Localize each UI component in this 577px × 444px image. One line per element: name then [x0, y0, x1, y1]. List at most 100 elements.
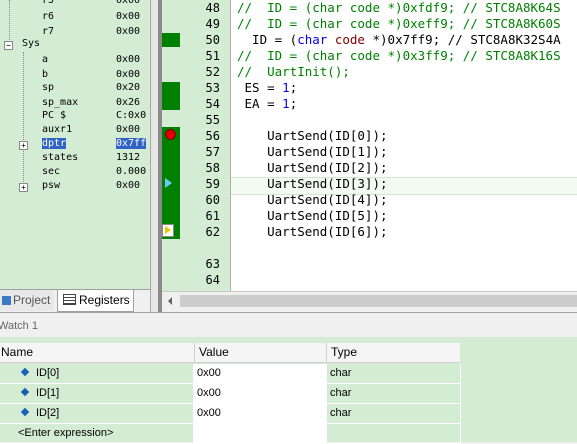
horizontal-scrollbar[interactable]	[162, 291, 577, 311]
watch-row[interactable]: ID[0] 0x00 char	[0, 364, 461, 384]
collapse-icon[interactable]: −	[4, 41, 13, 50]
variable-icon	[20, 407, 30, 417]
watch-value: 0x00	[197, 367, 221, 379]
code-line-50: ID = (char code *)0x7ff9; // STC8A8K32S4…	[237, 32, 561, 47]
watch-title: Watch 1	[0, 320, 38, 332]
watch-row[interactable]: ID[2] 0x00 char	[0, 404, 461, 424]
register-group-sys[interactable]: − Sys	[0, 37, 150, 53]
expand-icon[interactable]: +	[19, 183, 28, 192]
register-value: 0x00	[116, 54, 141, 65]
column-header-type[interactable]: Type	[327, 343, 460, 362]
tab-registers[interactable]: Registers	[57, 290, 134, 312]
code-editor[interactable]: // ID = (char code *)0xfdf9; // STC8A8K6…	[231, 0, 577, 291]
current-line-arrow-icon	[165, 178, 172, 188]
watch-enter-row[interactable]: <Enter expression>	[0, 424, 461, 444]
register-name: dptr	[42, 138, 67, 149]
register-name: sp	[42, 82, 55, 93]
watch-row[interactable]: ID[1] 0x00 char	[0, 384, 461, 404]
editor-gutter[interactable]	[162, 0, 180, 291]
line-number: 50	[205, 33, 220, 47]
coverage-mark	[162, 33, 180, 47]
register-value: 0x26	[116, 97, 141, 108]
watch-window: Watch 1 Name Value Type ID[0] 0x00 char …	[0, 312, 577, 444]
line-number: 63	[205, 257, 220, 271]
register-row-a[interactable]: a 0x00	[0, 53, 150, 69]
register-value: 0x00	[116, 124, 141, 135]
watch-type: char	[330, 387, 352, 399]
tab-label: Registers	[79, 293, 130, 307]
variable-icon	[20, 387, 30, 397]
register-value: 0.000	[116, 166, 147, 177]
code-line-51: // ID = (char code *)0x3ff9; // STC8A8K1…	[237, 48, 561, 63]
line-number: 52	[205, 65, 220, 79]
code-line-62: UartSend(ID[6]);	[237, 224, 388, 239]
line-number: 51	[205, 49, 220, 63]
column-header-value[interactable]: Value	[195, 343, 327, 362]
watch-type: char	[330, 367, 352, 379]
register-row-sp[interactable]: sp 0x20	[0, 81, 150, 97]
tab-project[interactable]: Project	[0, 290, 54, 311]
code-line-61: UartSend(ID[5]);	[237, 208, 388, 223]
register-row-r5[interactable]: r5 0x00	[0, 0, 150, 10]
register-name: psw	[42, 180, 61, 191]
column-header-name[interactable]: Name	[0, 343, 195, 362]
expand-icon[interactable]: +	[19, 141, 28, 150]
coverage-mark	[162, 82, 180, 110]
line-number: 57	[205, 145, 220, 159]
register-name: auxr1	[42, 124, 73, 135]
line-number: 55	[205, 113, 220, 127]
cursor-arrow-icon	[165, 226, 171, 234]
register-value: 0x20	[116, 82, 141, 93]
register-value: 0x7ff	[116, 138, 147, 149]
code-line-53: ES = 1;	[237, 80, 298, 95]
watch-name: ID[2]	[36, 407, 60, 419]
line-number: 64	[205, 273, 220, 287]
register-name: b	[42, 69, 49, 80]
registers-icon	[63, 294, 76, 305]
register-name: sp_max	[42, 97, 79, 108]
register-value: 0x00	[116, 0, 141, 6]
project-icon	[2, 296, 11, 305]
code-line-54: EA = 1;	[237, 96, 298, 111]
register-row-psw[interactable]: + psw 0x00	[0, 179, 150, 195]
scroll-thumb[interactable]	[180, 295, 577, 307]
watch-name: ID[1]	[36, 387, 60, 399]
line-number: 48	[205, 1, 220, 15]
line-number: 53	[205, 81, 220, 95]
code-line-48: // ID = (char code *)0xfdf9; // STC8A8K6…	[237, 0, 561, 15]
line-number: 54	[205, 97, 220, 111]
watch-value: 0x00	[197, 407, 221, 419]
code-line-56: UartSend(ID[0]);	[237, 128, 388, 143]
register-value: 0x00	[116, 11, 141, 22]
scroll-left-icon[interactable]	[168, 297, 172, 305]
register-name: PC $	[42, 110, 67, 121]
register-name: a	[42, 54, 49, 65]
register-name: sec	[42, 166, 61, 177]
line-number: 56	[205, 129, 220, 143]
code-line-58: UartSend(ID[2]);	[237, 160, 388, 175]
breakpoint-icon[interactable]	[165, 129, 176, 140]
watch-type: char	[330, 407, 352, 419]
register-name: r5	[42, 0, 55, 6]
line-number: 60	[205, 193, 220, 207]
watch-name: ID[0]	[36, 367, 60, 379]
line-number: 61	[205, 209, 220, 223]
register-row-r6[interactable]: r6 0x00	[0, 10, 150, 26]
line-numbers: 48 49 50 51 52 53 54 55 56 57 58 59 60 6…	[180, 0, 231, 303]
register-value: 0x00	[116, 26, 141, 37]
register-name: r7	[42, 26, 55, 37]
register-value: 0x00	[116, 69, 141, 80]
register-value: 1312	[116, 152, 141, 163]
variable-icon	[20, 367, 30, 377]
code-line-52: // UartInit();	[237, 64, 350, 79]
enter-expression[interactable]: <Enter expression>	[18, 424, 113, 443]
register-name: states	[42, 152, 79, 163]
code-line-59: UartSend(ID[3]);	[237, 176, 388, 191]
line-number: 49	[205, 17, 220, 31]
tab-label: Project	[13, 293, 51, 307]
watch-title-bar: Watch 1	[0, 313, 577, 337]
code-line-49: // ID = (char code *)0xeff9; // STC8A8K6…	[237, 16, 561, 31]
line-number: 59	[205, 177, 220, 191]
code-line-60: UartSend(ID[4]);	[237, 192, 388, 207]
registers-panel: r5 0x00 r6 0x00 r7 0x00 − Sys a 0x00 b 0…	[0, 0, 150, 289]
